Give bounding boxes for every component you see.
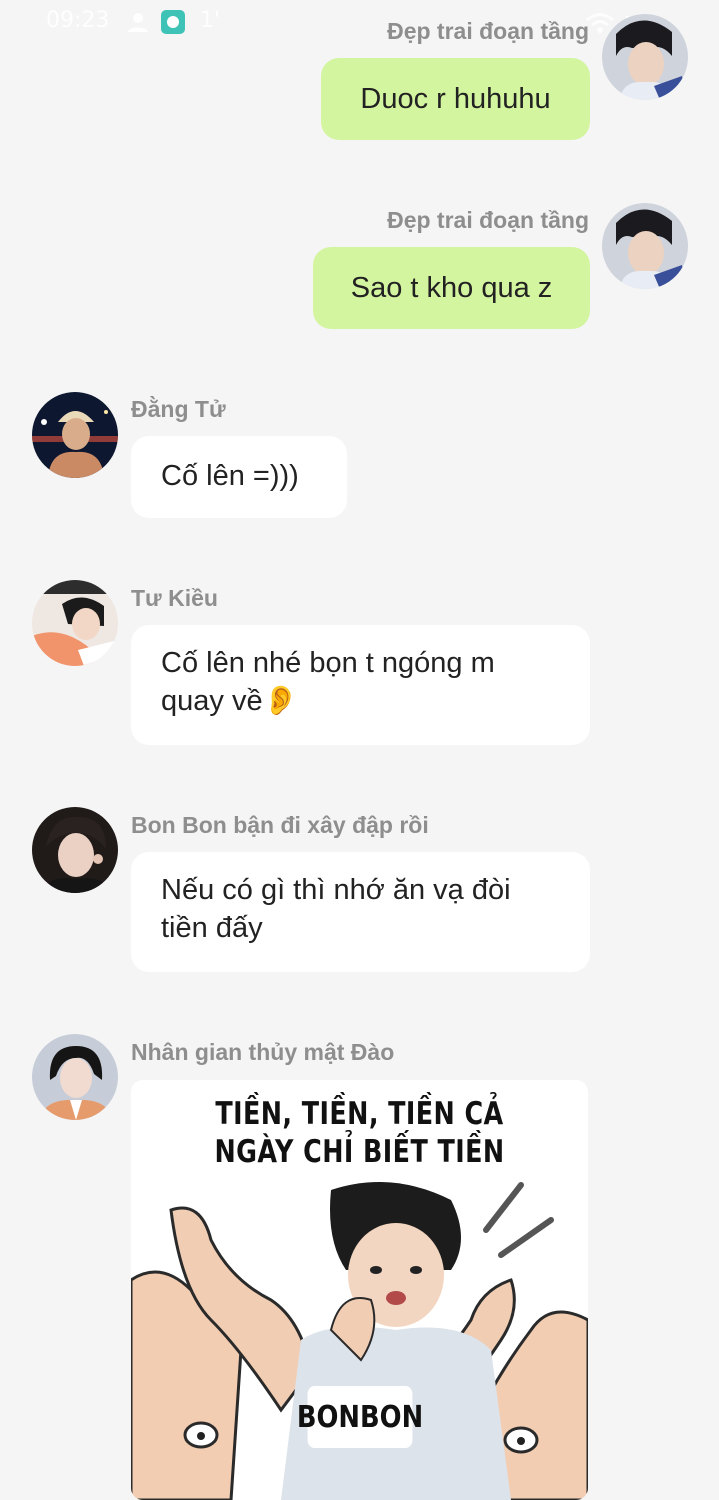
meme-illustration [131,1182,588,1500]
message-text: Sao t kho qua z [350,272,553,304]
message-bubble[interactable]: Duoc r huhuhu [321,58,590,140]
sender-name: Đẹp trai đoạn tầng [387,207,589,233]
app-notification-icon [161,10,185,34]
message-bubble[interactable]: Sao t kho qua z [313,247,590,329]
status-time: 09:23 [46,8,110,33]
message-text: Nếu có gì thì nhớ ăn vạ đòi tiền đấy [161,874,511,944]
user-icon [128,13,148,32]
avatar[interactable] [602,203,688,289]
sticker-caption: TIỀN, TIỀN, TIỀN CẢ [215,1096,504,1132]
sender-name: Bon Bon bận đi xây đập rồi [131,812,429,838]
avatar[interactable] [32,807,118,893]
avatar[interactable] [32,392,118,478]
sender-name: Nhân gian thủy mật Đào [131,1039,395,1065]
sender-name: Đẹp trai đoạn tầng [387,18,589,44]
avatar[interactable] [602,14,688,100]
message-bubble[interactable]: Cố lên =))) [131,436,347,518]
avatar[interactable] [32,1034,118,1120]
message-text: Cố lên nhé bọn t ngóng m quay về👂 [161,647,495,717]
sticker-tag: BONBON [297,1386,423,1448]
message-bubble[interactable]: Cố lên nhé bọn t ngóng m quay về👂 [131,625,590,745]
message-text: Cố lên =))) [161,460,299,492]
sender-name: Tư Kiều [131,585,218,611]
signal-icon: 1' [200,8,221,33]
sticker-caption: NGÀY CHỈ BIẾT TIỀN [214,1134,505,1170]
avatar[interactable] [32,580,118,666]
sticker-image[interactable]: TIỀN, TIỀN, TIỀN CẢ NGÀY CHỈ BIẾT TIỀN B… [131,1080,588,1500]
message-text: Duoc r huhuhu [360,83,551,115]
sender-name: Đằng Tử [131,396,226,422]
message-bubble[interactable]: Nếu có gì thì nhớ ăn vạ đòi tiền đấy [131,852,590,972]
